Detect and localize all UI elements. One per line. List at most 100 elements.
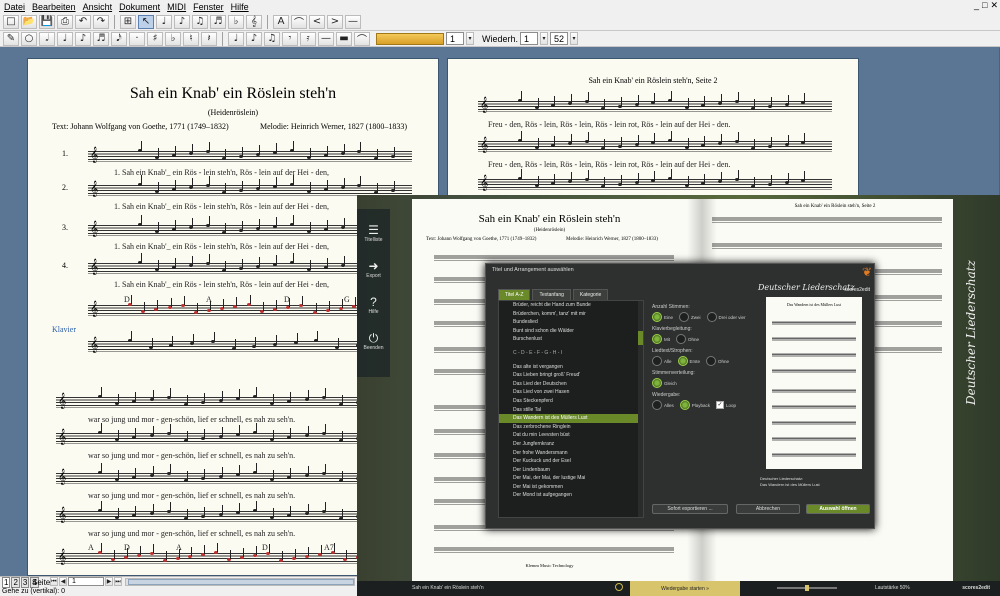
song-list-item[interactable]: Burschenlust — [499, 335, 643, 344]
text-icon[interactable]: 𝄞 — [246, 14, 262, 29]
menu-item-1[interactable]: Bearbeiten — [32, 2, 76, 12]
option-radio[interactable]: Alles — [652, 400, 674, 410]
note-tool-11-icon[interactable]: 𝄽 — [201, 31, 217, 46]
note-tool-5-icon[interactable]: ♬ — [93, 31, 109, 46]
note-tool-4-icon[interactable]: ♪ — [75, 31, 91, 46]
song-list-item[interactable]: Der frohe Wandersmann — [499, 449, 643, 458]
note-tool-0-icon[interactable]: ✎ — [3, 31, 19, 46]
note-tool-15-icon[interactable]: 𝄾 — [282, 31, 298, 46]
note5-icon[interactable]: ♬ — [210, 14, 226, 29]
song-list-item[interactable]: Das Lieben bringt groß' Freud' — [499, 371, 643, 380]
note-tool-19-icon[interactable]: ⌒ — [354, 31, 370, 46]
sidebar-item-help[interactable]: ? Hilfe — [357, 295, 390, 315]
open-selection-button[interactable]: Auswahl öffnen — [806, 504, 870, 514]
menu-item-0[interactable]: Datei — [4, 2, 25, 12]
first-page-icon[interactable]: ⏮ — [50, 577, 58, 586]
page-tab-3[interactable]: 3 — [20, 577, 30, 588]
song-list-scrollbar[interactable] — [638, 301, 643, 517]
song-list-item[interactable]: Bundeslied — [499, 318, 643, 327]
song-list-item[interactable]: Bunt sind schon die Wälder — [499, 327, 643, 336]
note-tool-14-icon[interactable]: ♫ — [264, 31, 280, 46]
sidebar-item-export[interactable]: ➜ Export — [357, 259, 390, 279]
note-tool-8-icon[interactable]: ♯ — [147, 31, 163, 46]
note-tool-12-icon[interactable]: ♩ — [228, 31, 244, 46]
song-list-item[interactable]: Das Wandern ist des Müllers Lust — [499, 414, 643, 423]
sidebar-item-list[interactable]: ☰ Titelliste — [357, 223, 390, 243]
playback-controls[interactable] — [376, 32, 444, 45]
song-list-thumb[interactable] — [638, 331, 643, 345]
option-radio[interactable]: Erste — [677, 356, 700, 366]
menu-item-3[interactable]: Dokument — [119, 2, 160, 12]
wave-icon[interactable]: — — [345, 14, 361, 29]
note-tool-1-icon[interactable]: ○ — [21, 31, 37, 46]
note6-icon[interactable]: ♭ — [228, 14, 244, 29]
option-radio[interactable]: Alle — [652, 356, 672, 366]
note-tool-18-icon[interactable]: ▬ — [336, 31, 352, 46]
song-list[interactable]: Brüder, reicht die Hand zum Bunde Brüderc… — [498, 300, 644, 518]
note-tool-6-icon[interactable]: 𝅘𝅥𝅯 — [111, 31, 127, 46]
next-page-icon[interactable]: ▶ — [105, 577, 113, 586]
page-spinner[interactable]: 1 — [446, 32, 464, 45]
sidebar-item-power[interactable]: ⏻ Beenden — [357, 331, 390, 351]
song-list-item[interactable]: Das stille Tal — [499, 406, 643, 415]
note-tool-17-icon[interactable]: — — [318, 31, 334, 46]
option-radio[interactable]: Ohne — [676, 334, 699, 344]
volume-thumb[interactable] — [805, 585, 809, 591]
note-tool-13-icon[interactable]: ♪ — [246, 31, 262, 46]
option-radio[interactable]: Gleich — [652, 378, 677, 388]
menu-item-2[interactable]: Ansicht — [83, 2, 113, 12]
start-playback-button[interactable]: Wiedergabe starten » — [630, 581, 740, 596]
menu-item-4[interactable]: MIDI — [167, 2, 186, 12]
song-list-item[interactable]: Der Lindenbaum — [499, 466, 643, 475]
open-icon[interactable]: 📂 — [21, 14, 37, 29]
song-list-item[interactable]: Brüder, reicht die Hand zum Bunde — [499, 301, 643, 310]
zoom-spinner[interactable]: 52 — [550, 32, 569, 45]
note4-icon[interactable]: ♫ — [192, 14, 208, 29]
note-tool-7-icon[interactable]: · — [129, 31, 145, 46]
song-list-item[interactable]: Das Lied der Deutschen — [499, 380, 643, 389]
prev-page-icon[interactable]: ◀ — [59, 577, 67, 586]
option-radio[interactable]: Ohne — [706, 356, 729, 366]
redo-icon[interactable]: ↷ — [93, 14, 109, 29]
last-page-icon[interactable]: ⏭ — [114, 577, 122, 586]
note-tool-3-icon[interactable]: ♩ — [57, 31, 73, 46]
note-tool-9-icon[interactable]: ♭ — [165, 31, 181, 46]
undo-icon[interactable]: ↶ — [75, 14, 91, 29]
song-list-item[interactable]: Das Steckenpferd — [499, 397, 643, 406]
note-tool-10-icon[interactable]: ♮ — [183, 31, 199, 46]
scroll-thumb[interactable] — [128, 579, 354, 585]
song-list-item[interactable]: Der Mai, der Mai, der lustige Mai — [499, 474, 643, 483]
maximize-icon[interactable]: □ — [982, 0, 987, 11]
option-radio[interactable]: Zwei — [679, 312, 701, 322]
note-icon[interactable]: ↖ — [138, 14, 154, 29]
option-radio[interactable]: Playback — [679, 400, 710, 410]
page-input[interactable]: 1 — [68, 577, 104, 586]
slur-icon[interactable]: A — [273, 14, 289, 29]
song-list-item[interactable]: Der Mai ist gekommen — [499, 483, 643, 492]
song-list-item[interactable]: Brüderchen, komm', tanz' mit mir — [499, 310, 643, 319]
export-now-button[interactable]: Sofort exportieren ... — [652, 504, 728, 514]
print-icon[interactable]: ⎙ — [57, 14, 73, 29]
close-icon[interactable]: ✕ — [990, 0, 998, 11]
song-list-item[interactable]: Das zerbrochene Ringlein — [499, 423, 643, 432]
song-list-item[interactable]: Der Kuckuck und der Esel — [499, 457, 643, 466]
option-radio[interactable]: Mit — [652, 334, 670, 344]
song-list-item[interactable]: Der Jungfernkranz — [499, 440, 643, 449]
page-tab-1[interactable]: 1 — [2, 577, 11, 588]
song-list-item[interactable]: Der Mond ist aufgegangen — [499, 491, 643, 500]
repeat-spinner[interactable]: 1 — [520, 32, 539, 45]
page-tab-2[interactable]: 2 — [11, 577, 20, 588]
loop-checkbox[interactable]: ✓ Loop — [716, 401, 736, 409]
crescendo-icon[interactable]: ⌒ — [291, 14, 307, 29]
page-spinner-stepper-icon[interactable]: ▾ — [466, 32, 474, 45]
cancel-button[interactable]: Abbrechen — [736, 504, 800, 514]
minimize-icon[interactable]: _ — [974, 0, 979, 11]
note2-icon[interactable]: ♩ — [156, 14, 172, 29]
volume-slider[interactable] — [777, 585, 837, 591]
song-list-item[interactable]: Das alte ist vergangen — [499, 363, 643, 372]
song-list-item[interactable]: Dat du min Leevsten büst — [499, 431, 643, 440]
option-radio[interactable]: Eine — [652, 312, 673, 322]
note3-icon[interactable]: ♪ — [174, 14, 190, 29]
song-list-item[interactable]: C - D - E - F - G - H - I — [499, 349, 643, 358]
song-list-item[interactable]: Das Lied von zwei Hasen — [499, 388, 643, 397]
